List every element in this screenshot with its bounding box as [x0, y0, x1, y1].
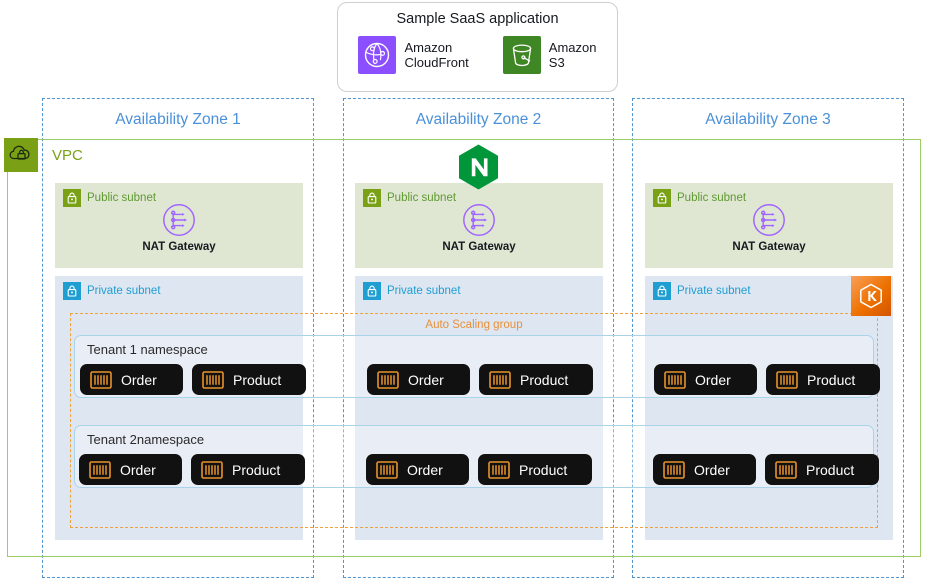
nat-gateway-az1-label: NAT Gateway [142, 241, 215, 253]
vpc-label: VPC [52, 147, 83, 164]
pod-product-tenant1-az2-label: Product [520, 372, 568, 388]
pod-order-tenant1-az2[interactable]: Order [367, 364, 470, 395]
public-subnet-az3: Public subnet NAT Gateway [645, 183, 893, 268]
pod-order-tenant1-az1[interactable]: Order [80, 364, 183, 395]
sample-saas-application-title: Sample SaaS application [338, 11, 617, 27]
pod-order-tenant2-az1-label: Order [120, 462, 156, 478]
pod-order-tenant1-az3[interactable]: Order [654, 364, 757, 395]
pod-order-tenant2-az2-label: Order [407, 462, 443, 478]
amazon-cloudfront-icon [358, 36, 396, 74]
availability-zone-3-title: Availability Zone 3 [633, 111, 903, 129]
nat-gateway-az2-label: NAT Gateway [442, 241, 515, 253]
service-amazon-cloudfront: Amazon CloudFront [358, 36, 468, 74]
availability-zone-2-title: Availability Zone 2 [344, 111, 613, 129]
private-subnet-az3-tag: Private subnet [653, 282, 751, 300]
sample-saas-application-card: Sample SaaS application Amazon CloudFron… [337, 2, 618, 92]
container-icon [377, 371, 399, 389]
nat-gateway-az2: NAT Gateway [355, 201, 603, 253]
blue-lock-icon [63, 282, 81, 300]
pod-product-tenant2-az1-label: Product [232, 462, 280, 478]
container-icon [776, 371, 798, 389]
private-subnet-az3-label: Private subnet [677, 285, 751, 297]
nat-gateway-az3: NAT Gateway [645, 201, 893, 253]
container-icon [775, 461, 797, 479]
container-icon [202, 371, 224, 389]
nat-gateway-icon [460, 201, 498, 239]
pod-product-tenant1-az1[interactable]: Product [192, 364, 306, 395]
vpc-cloud-lock-icon [4, 138, 38, 172]
container-icon [664, 371, 686, 389]
tenant-1-namespace-label: Tenant 1 namespace [87, 342, 208, 357]
private-subnet-az2-label: Private subnet [387, 285, 461, 297]
pod-product-tenant2-az2-label: Product [519, 462, 567, 478]
blue-lock-icon [653, 282, 671, 300]
amazon-eks-icon [851, 276, 891, 316]
pod-order-tenant1-az1-label: Order [121, 372, 157, 388]
container-icon [89, 461, 111, 479]
container-icon [488, 461, 510, 479]
pod-product-tenant2-az1[interactable]: Product [191, 454, 305, 485]
pod-order-tenant2-az3-label: Order [694, 462, 730, 478]
pod-order-tenant2-az1[interactable]: Order [79, 454, 182, 485]
pod-order-tenant1-az3-label: Order [695, 372, 731, 388]
service-amazon-s3-label: Amazon S3 [549, 40, 597, 70]
pod-product-tenant2-az3[interactable]: Product [765, 454, 879, 485]
amazon-s3-icon [503, 36, 541, 74]
container-icon [201, 461, 223, 479]
pod-product-tenant1-az3[interactable]: Product [766, 364, 880, 395]
container-icon [489, 371, 511, 389]
pod-product-tenant1-az1-label: Product [233, 372, 281, 388]
container-icon [663, 461, 685, 479]
nat-gateway-icon [160, 201, 198, 239]
container-icon [376, 461, 398, 479]
pod-product-tenant1-az2[interactable]: Product [479, 364, 593, 395]
nginx-logo-icon [455, 143, 502, 190]
service-amazon-s3: Amazon S3 [503, 36, 597, 74]
architecture-diagram: Availability Zone 1 Availability Zone 2 … [0, 0, 929, 585]
pod-order-tenant2-az2[interactable]: Order [366, 454, 469, 485]
nat-gateway-az3-label: NAT Gateway [732, 241, 805, 253]
pod-product-tenant1-az3-label: Product [807, 372, 855, 388]
pod-order-tenant2-az3[interactable]: Order [653, 454, 756, 485]
pod-product-tenant2-az3-label: Product [806, 462, 854, 478]
private-subnet-az1-label: Private subnet [87, 285, 161, 297]
public-subnet-az1: Public subnet NAT Gateway [55, 183, 303, 268]
private-subnet-az2-tag: Private subnet [363, 282, 461, 300]
tenant-2-namespace-label: Tenant 2namespace [87, 432, 204, 447]
service-amazon-cloudfront-label: Amazon CloudFront [404, 40, 468, 70]
pod-product-tenant2-az2[interactable]: Product [478, 454, 592, 485]
private-subnet-az1-tag: Private subnet [63, 282, 161, 300]
auto-scaling-group-label: Auto Scaling group [71, 319, 877, 331]
nat-gateway-az1: NAT Gateway [55, 201, 303, 253]
public-subnet-az2: Public subnet NAT Gateway [355, 183, 603, 268]
nat-gateway-icon [750, 201, 788, 239]
container-icon [90, 371, 112, 389]
saas-services-list: Amazon CloudFront Amazon S3 [338, 36, 617, 74]
availability-zone-1-title: Availability Zone 1 [43, 111, 313, 129]
pod-order-tenant1-az2-label: Order [408, 372, 444, 388]
blue-lock-icon [363, 282, 381, 300]
